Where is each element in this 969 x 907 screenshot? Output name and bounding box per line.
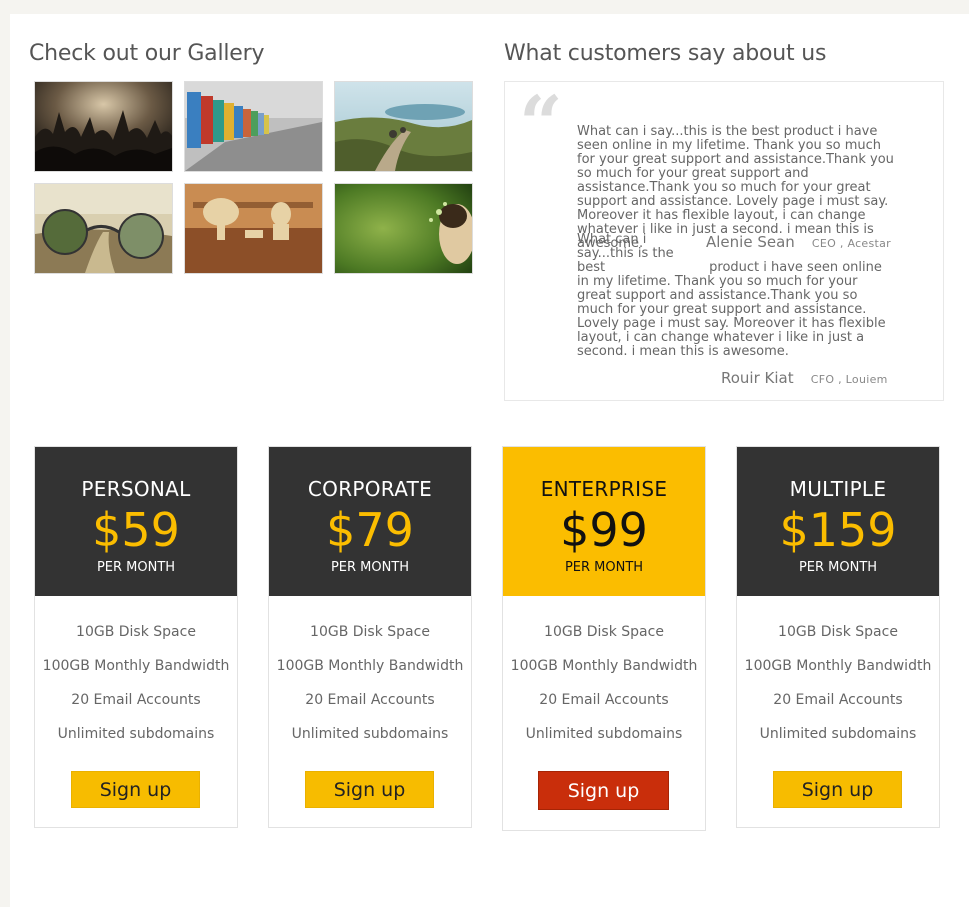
gallery-image-beach-huts[interactable]	[184, 81, 323, 172]
testimonial-text-2-rest: product i have seen online in my lifetim…	[577, 260, 886, 359]
plan-feature: Unlimited subdomains	[525, 726, 683, 742]
signup-button-corporate[interactable]: Sign up	[305, 771, 434, 808]
gallery-image-green[interactable]	[334, 183, 473, 274]
plan-feature: Unlimited subdomains	[57, 726, 215, 742]
plan-price: $99	[560, 503, 648, 557]
pricing-plan-enterprise: ENTERPRISE $99 PER MONTH 10GB Disk Space…	[502, 446, 706, 831]
author-role: CFO , Louiem	[810, 373, 888, 386]
plan-feature: Unlimited subdomains	[759, 726, 917, 742]
testimonial-text-2-start: What can i say...this is the best	[577, 232, 674, 275]
plan-header: PERSONAL $59 PER MONTH	[35, 447, 237, 596]
signup-button-enterprise[interactable]: Sign up	[538, 771, 669, 810]
plan-name: PERSONAL	[81, 477, 191, 501]
plan-period: PER MONTH	[330, 560, 410, 575]
pricing-plan-personal: PERSONAL $59 PER MONTH 10GB Disk Space 1…	[34, 446, 238, 828]
plan-feature: 20 Email Accounts	[773, 692, 903, 708]
plan-period: PER MONTH	[96, 560, 176, 575]
plan-feature: 20 Email Accounts	[305, 692, 435, 708]
plan-header: MULTIPLE $159 PER MONTH	[737, 447, 939, 596]
signup-button-personal[interactable]: Sign up	[71, 771, 200, 808]
quote-icon: “	[519, 79, 563, 168]
plan-period: PER MONTH	[564, 560, 644, 575]
concert-crowd-photo	[35, 82, 172, 171]
plan-price: $59	[92, 503, 180, 557]
plan-name: MULTIPLE	[789, 477, 887, 501]
signup-button-multiple[interactable]: Sign up	[773, 771, 902, 808]
cyclists-hill-photo	[335, 82, 472, 171]
plan-feature: 20 Email Accounts	[539, 692, 669, 708]
plan-feature: 100GB Monthly Bandwidth	[744, 658, 932, 674]
plan-feature: 10GB Disk Space	[544, 624, 664, 640]
plan-feature: 100GB Monthly Bandwidth	[276, 658, 464, 674]
gallery-title: Check out our Gallery	[29, 41, 265, 66]
plan-name: CORPORATE	[307, 477, 433, 501]
page-content: Check out our Gallery What customers say…	[10, 14, 969, 907]
wooden-shapes-photo	[185, 184, 322, 273]
plan-header: CORPORATE $79 PER MONTH	[269, 447, 471, 596]
gallery-image-glasses[interactable]	[34, 183, 173, 274]
testimonials-box: “ What can i say...this is the best prod…	[504, 81, 944, 401]
pricing-plan-corporate: CORPORATE $79 PER MONTH 10GB Disk Space …	[268, 446, 472, 828]
plan-name: ENTERPRISE	[540, 477, 668, 501]
plan-features: 10GB Disk Space 100GB Monthly Bandwidth …	[503, 596, 705, 760]
green-fantasy-photo	[335, 184, 472, 273]
testimonial-author-1: Alenie Sean CEO , Acestar	[706, 232, 891, 251]
testimonial-author-2: Rouir Kiat CFO , Louiem	[721, 368, 888, 387]
plan-header: ENTERPRISE $99 PER MONTH	[503, 447, 705, 596]
testimonial-text-2: What can i say...this is the best produc…	[577, 233, 895, 359]
pricing-plan-multiple: MULTIPLE $159 PER MONTH 10GB Disk Space …	[736, 446, 940, 828]
gallery-image-cyclists[interactable]	[334, 81, 473, 172]
gallery-image-wooden[interactable]	[184, 183, 323, 274]
author-name: Alenie Sean	[706, 233, 795, 251]
plan-feature: 10GB Disk Space	[778, 624, 898, 640]
testimonials-title: What customers say about us	[504, 41, 827, 66]
plan-feature: 10GB Disk Space	[76, 624, 196, 640]
plan-feature: 20 Email Accounts	[71, 692, 201, 708]
plan-features: 10GB Disk Space 100GB Monthly Bandwidth …	[737, 596, 939, 760]
author-name: Rouir Kiat	[721, 369, 794, 387]
glasses-landscape-photo	[35, 184, 172, 273]
plan-price: $79	[326, 503, 414, 557]
plan-feature: 10GB Disk Space	[310, 624, 430, 640]
gallery-image-concert[interactable]	[34, 81, 173, 172]
plan-feature: Unlimited subdomains	[291, 726, 449, 742]
plan-period: PER MONTH	[798, 560, 878, 575]
plan-features: 10GB Disk Space 100GB Monthly Bandwidth …	[35, 596, 237, 760]
plan-features: 10GB Disk Space 100GB Monthly Bandwidth …	[269, 596, 471, 760]
plan-price: $159	[779, 503, 897, 557]
plan-feature: 100GB Monthly Bandwidth	[510, 658, 698, 674]
author-role: CEO , Acestar	[811, 237, 892, 250]
beach-huts-photo	[185, 82, 322, 171]
plan-feature: 100GB Monthly Bandwidth	[42, 658, 230, 674]
